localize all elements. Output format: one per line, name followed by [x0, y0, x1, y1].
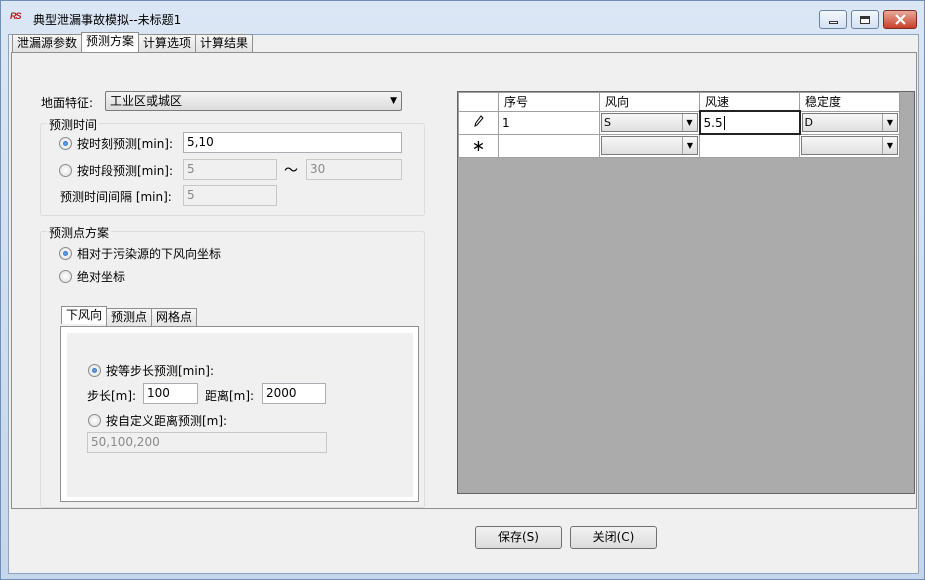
point-scheme-title: 预测点方案 — [47, 224, 112, 241]
cell-no[interactable]: 1 — [498, 110, 600, 135]
radio-dot — [59, 164, 72, 177]
main-content: 泄漏源参数 预测方案 计算选项 计算结果 地面特征: 工业区或城区 ▼ 预测时间… — [8, 32, 919, 574]
chevron-down-icon: ▼ — [681, 114, 697, 131]
cell-direction-new[interactable]: ▼ — [599, 133, 700, 158]
row-header-corner — [458, 92, 499, 112]
period-tilde: ～ — [284, 163, 298, 179]
direction-select-new[interactable]: ▼ — [601, 136, 698, 155]
weather-grid: 序号 风向 风速 稳定度 1 S ▼ 5.5 D ▼ ∗ ▼ ▼ — [457, 91, 915, 494]
radio-dot — [59, 137, 72, 150]
point-scheme-tabs: 下风向 预测点 网格点 — [61, 306, 198, 327]
title-bar: RS 典型泄漏事故模拟--未标题1 — [1, 1, 924, 34]
table-header-row: 序号 风向 风速 稳定度 — [458, 92, 900, 112]
row-marker[interactable] — [458, 110, 499, 135]
downwind-panel: 按等步长预测[min]: 步长[m]: 100 距离[m]: 2000 按自定义… — [67, 333, 413, 497]
speed-value-new — [700, 139, 703, 153]
close-button[interactable] — [883, 10, 917, 29]
custom-distance-input[interactable]: 50,100,200 — [87, 432, 327, 453]
cell-speed-new[interactable] — [699, 133, 800, 158]
radio-equal-step-label: 按等步长预测[min]: — [106, 364, 215, 378]
distance-label: 距离[m]: — [205, 389, 255, 403]
tab-predict-points[interactable]: 预测点 — [106, 308, 153, 326]
period-to-input[interactable]: 30 — [306, 159, 402, 180]
table-row: 1 S ▼ 5.5 D ▼ — [458, 110, 900, 135]
direction-value: S — [604, 116, 611, 129]
close-icon — [894, 14, 906, 25]
interval-input[interactable]: 5 — [183, 185, 277, 206]
radio-dot — [59, 270, 72, 283]
chevron-down-icon: ▼ — [882, 114, 897, 131]
cell-direction[interactable]: S ▼ — [599, 110, 700, 135]
col-header-stability[interactable]: 稳定度 — [799, 92, 900, 112]
prediction-plan-page: 地面特征: 工业区或城区 ▼ 预测时间 按时刻预测[min]: 5,10 按时段… — [11, 52, 917, 509]
row-marker-new[interactable]: ∗ — [458, 133, 499, 158]
radio-relative-coords[interactable]: 相对于污染源的下风向坐标 — [59, 245, 221, 262]
tab-calc-results[interactable]: 计算结果 — [195, 34, 254, 52]
tab-downwind[interactable]: 下风向 — [61, 306, 108, 324]
cell-stability-new[interactable]: ▼ — [799, 133, 900, 158]
weather-table: 序号 风向 风速 稳定度 1 S ▼ 5.5 D ▼ ∗ ▼ ▼ — [458, 92, 900, 158]
radio-absolute-label: 绝对坐标 — [77, 270, 126, 284]
pencil-icon — [473, 115, 484, 127]
window-title: 典型泄漏事故模拟--未标题1 — [33, 13, 182, 27]
period-from-input[interactable]: 5 — [183, 159, 277, 180]
col-header-no[interactable]: 序号 — [498, 92, 600, 112]
speed-value: 5.5 — [703, 115, 723, 130]
stability-value: D — [804, 116, 813, 129]
minimize-icon — [828, 21, 838, 24]
ground-feature-select[interactable]: 工业区或城区 ▼ — [105, 91, 402, 111]
table-row-new: ∗ ▼ ▼ — [458, 133, 900, 158]
ground-feature-value: 工业区或城区 — [110, 94, 183, 108]
radio-at-time[interactable]: 按时刻预测[min]: — [59, 135, 173, 152]
chevron-down-icon: ▼ — [390, 96, 397, 106]
chevron-down-icon: ▼ — [882, 137, 897, 154]
maximize-button[interactable] — [851, 10, 879, 29]
radio-period-label: 按时段预测[min]: — [77, 164, 174, 178]
col-header-speed[interactable]: 风速 — [699, 92, 800, 112]
cell-no-new[interactable] — [498, 133, 600, 158]
app-window: RS 典型泄漏事故模拟--未标题1 泄漏源参数 预测方案 计算选项 计算结果 地… — [0, 0, 925, 580]
radio-absolute-coords[interactable]: 绝对坐标 — [59, 268, 125, 285]
radio-at-time-label: 按时刻预测[min]: — [77, 137, 174, 151]
step-input[interactable]: 100 — [143, 383, 198, 404]
radio-custom-distance[interactable]: 按自定义距离预测[m]: — [88, 412, 227, 429]
time-group-title: 预测时间 — [47, 116, 100, 133]
tab-prediction-plan[interactable]: 预测方案 — [81, 32, 140, 52]
cell-stability[interactable]: D ▼ — [799, 110, 900, 135]
minimize-button[interactable] — [819, 10, 847, 29]
save-button[interactable]: 保存(S) — [475, 526, 562, 549]
stability-select[interactable]: D ▼ — [801, 113, 898, 132]
radio-period[interactable]: 按时段预测[min]: — [59, 162, 173, 179]
close-dialog-button[interactable]: 关闭(C) — [570, 526, 657, 549]
maximize-icon — [860, 15, 870, 24]
distance-input[interactable]: 2000 — [262, 383, 326, 404]
chevron-down-icon: ▼ — [682, 137, 697, 154]
radio-dot — [88, 414, 101, 427]
at-time-input[interactable]: 5,10 — [183, 132, 402, 153]
tab-grid-points[interactable]: 网格点 — [151, 308, 198, 326]
app-logo-icon: RS — [10, 11, 22, 21]
radio-dot — [59, 247, 72, 260]
radio-equal-step[interactable]: 按等步长预测[min]: — [88, 362, 214, 379]
stability-select-new[interactable]: ▼ — [801, 136, 898, 155]
main-tabs: 泄漏源参数 预测方案 计算选项 计算结果 — [12, 32, 254, 52]
radio-custom-label: 按自定义距离预测[m]: — [106, 414, 228, 428]
col-header-direction[interactable]: 风向 — [599, 92, 700, 112]
radio-dot — [88, 364, 101, 377]
step-label: 步长[m]: — [87, 389, 137, 403]
cell-speed[interactable]: 5.5 — [698, 110, 801, 135]
tab-calc-options[interactable]: 计算选项 — [138, 34, 197, 52]
direction-select[interactable]: S ▼ — [601, 113, 698, 132]
radio-relative-label: 相对于污染源的下风向坐标 — [77, 247, 222, 261]
downwind-page: 按等步长预测[min]: 步长[m]: 100 距离[m]: 2000 按自定义… — [60, 326, 419, 502]
ground-feature-label: 地面特征: — [41, 96, 94, 110]
tab-leak-source[interactable]: 泄漏源参数 — [12, 34, 83, 52]
interval-label: 预测时间间隔 [min]: — [60, 190, 172, 204]
asterisk-icon: ∗ — [471, 136, 486, 155]
